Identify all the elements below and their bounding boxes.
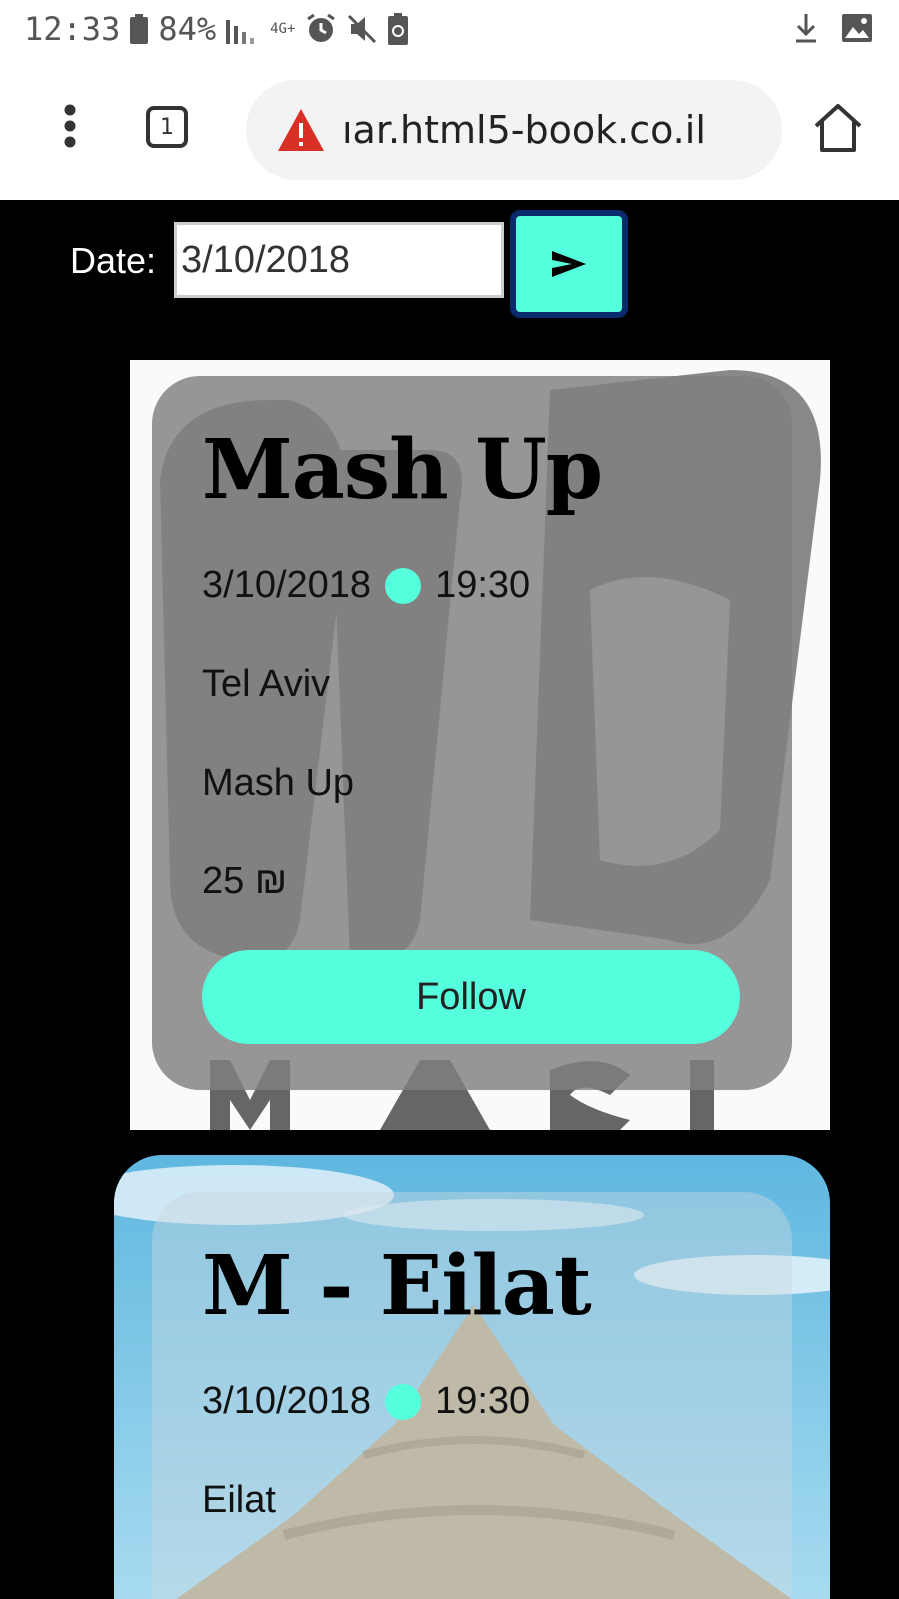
tab-count: 1 xyxy=(160,114,174,140)
signal-icon xyxy=(226,14,260,44)
browser-toolbar: 1 ıar.html5-book.co.il xyxy=(0,62,899,200)
separator-dot xyxy=(385,567,422,604)
date-input[interactable]: 3/10/2018 xyxy=(174,222,504,298)
event-datetime: 3/10/2018 19:30 xyxy=(202,564,530,607)
url-bar[interactable]: ıar.html5-book.co.il xyxy=(246,80,782,180)
status-right xyxy=(793,12,873,44)
event-venue: Mash Up xyxy=(202,762,355,804)
page-content: Date: 3/10/2018 Mash Up 3/10/2018 19:30 … xyxy=(0,200,899,1599)
menu-icon[interactable] xyxy=(50,94,90,158)
tab-switcher-button[interactable]: 1 xyxy=(146,106,188,148)
event-time: 19:30 xyxy=(435,1380,531,1422)
event-date: 3/10/2018 xyxy=(202,564,372,606)
event-location: Eilat xyxy=(202,1479,276,1521)
event-title: M - Eilat xyxy=(202,1238,592,1334)
event-datetime: 3/10/2018 19:30 xyxy=(202,1380,530,1423)
status-left: 12:33 84% 4G+ xyxy=(24,10,409,48)
warning-icon[interactable] xyxy=(276,107,326,153)
download-icon xyxy=(793,12,819,44)
clock: 12:33 xyxy=(24,10,121,48)
submit-button[interactable] xyxy=(510,210,628,318)
image-icon xyxy=(841,13,873,43)
event-title: Mash Up xyxy=(202,422,603,518)
battery-percent: 84% xyxy=(158,10,217,48)
battery-icon xyxy=(130,14,149,44)
alarm-icon xyxy=(305,13,337,45)
network-type: 4G+ xyxy=(270,21,296,37)
event-price: 25 ₪ xyxy=(202,860,288,902)
event-location: Tel Aviv xyxy=(202,663,331,705)
send-icon xyxy=(552,251,586,277)
event-time: 19:30 xyxy=(435,564,531,606)
separator-dot xyxy=(385,1383,422,1420)
date-label: Date: xyxy=(70,240,157,281)
battery-saver-icon xyxy=(387,13,409,45)
event-card: Mash Up 3/10/2018 19:30 Tel Aviv Mash Up… xyxy=(152,376,792,1090)
event-card: M - Eilat 3/10/2018 19:30 Eilat xyxy=(152,1192,792,1599)
status-bar: 12:33 84% 4G+ xyxy=(0,0,899,62)
follow-button[interactable]: Follow xyxy=(202,950,740,1044)
url-text[interactable]: ıar.html5-book.co.il xyxy=(342,108,762,152)
event-date: 3/10/2018 xyxy=(202,1380,372,1422)
mute-icon xyxy=(347,14,377,44)
home-icon[interactable] xyxy=(812,102,864,154)
